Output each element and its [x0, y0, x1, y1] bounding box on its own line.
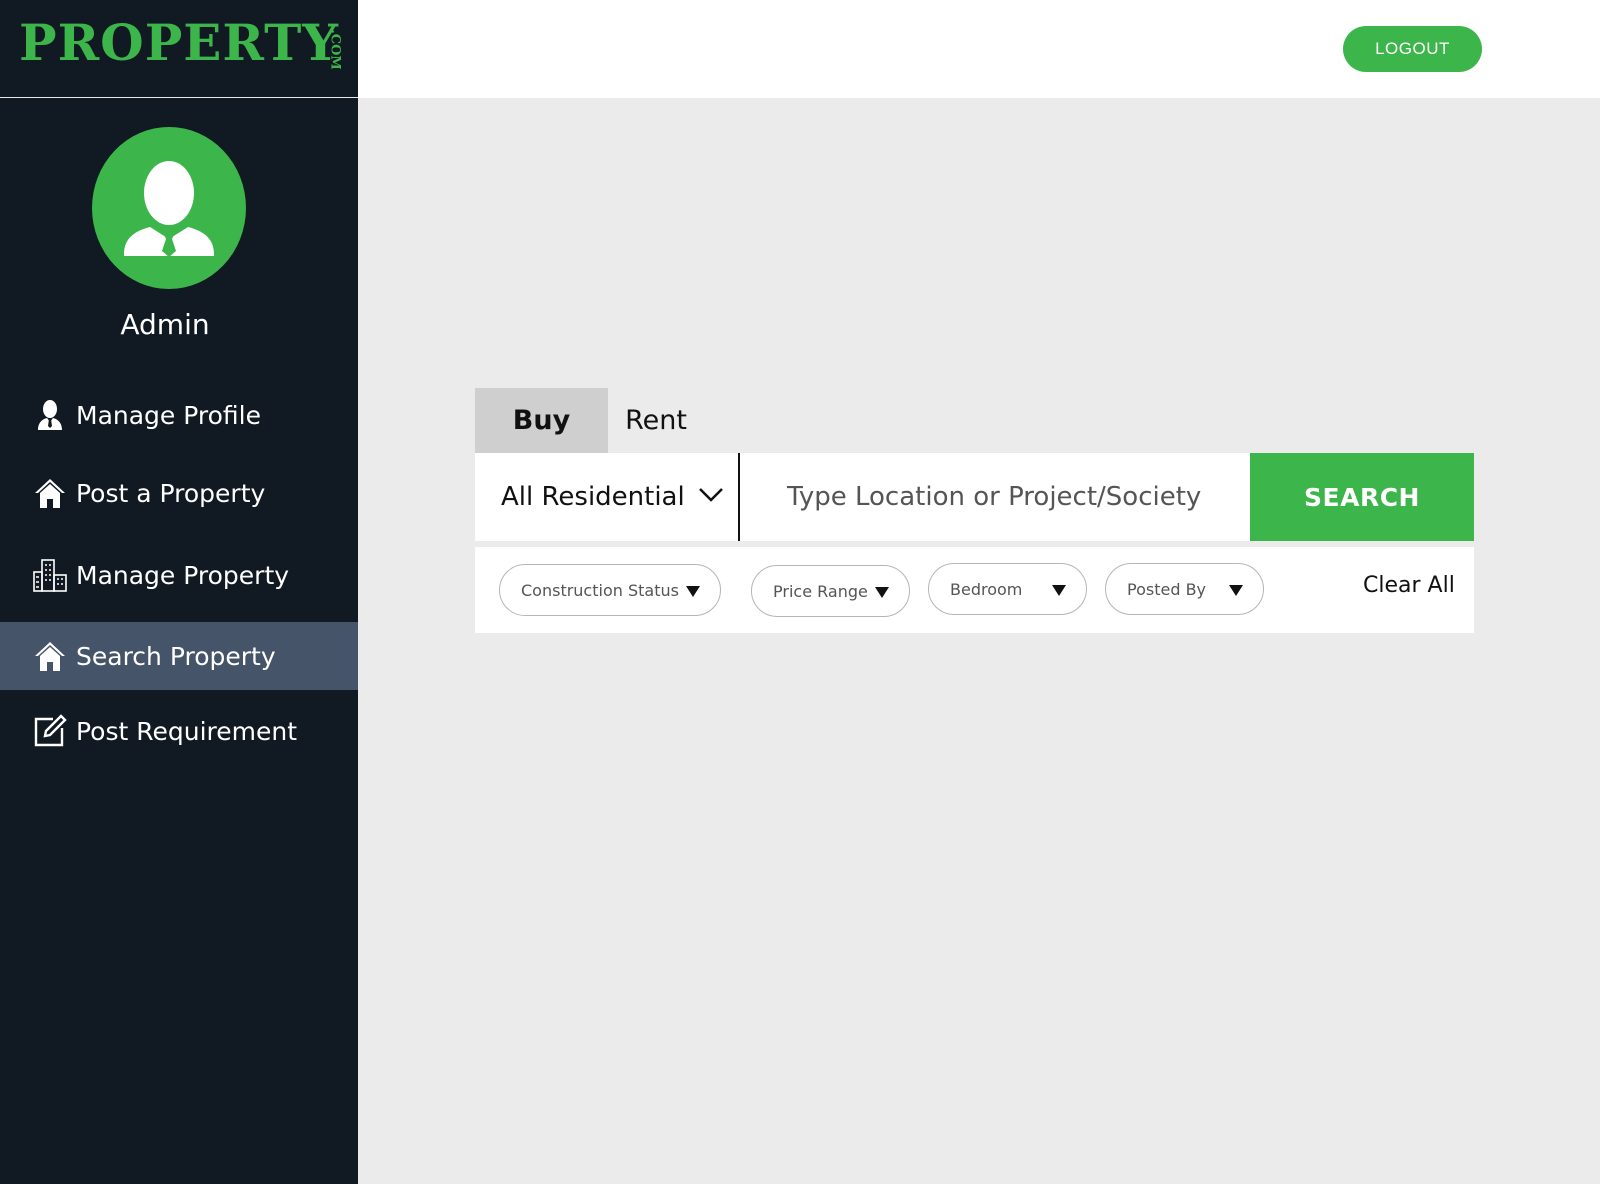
filter-label: Price Range — [773, 581, 868, 601]
sidebar: PROPERTY .COM Admin Manage Profile Post … — [0, 0, 358, 1184]
search-button[interactable]: SEARCH — [1250, 453, 1474, 541]
caret-down-icon — [875, 587, 889, 598]
filter-construction-status[interactable]: Construction Status — [499, 564, 721, 616]
filter-label: Construction Status — [521, 580, 679, 600]
category-value: All Residential — [501, 482, 685, 512]
caret-down-icon — [1229, 585, 1243, 596]
caret-down-icon — [686, 586, 700, 597]
filter-bar: Construction Status Price Range Bedroom … — [475, 547, 1474, 633]
sidebar-item-post-property[interactable]: Post a Property — [0, 459, 358, 527]
logo-text: PROPERTY — [19, 13, 339, 72]
user-avatar-icon — [124, 161, 214, 257]
tab-buy[interactable]: Buy — [475, 388, 608, 453]
logo-suffix: .COM — [327, 29, 343, 70]
sidebar-item-search-property[interactable]: Search Property — [0, 622, 358, 690]
home-icon — [32, 475, 68, 511]
location-search-input[interactable] — [742, 453, 1250, 541]
sidebar-item-label: Post Requirement — [76, 716, 298, 746]
logout-button[interactable]: LOGOUT — [1343, 26, 1482, 72]
user-icon — [32, 397, 68, 433]
search-bar: All Residential SEARCH — [475, 453, 1474, 541]
buildings-icon — [32, 557, 68, 593]
avatar — [92, 127, 246, 289]
home-icon — [32, 638, 68, 674]
sidebar-item-label: Post a Property — [76, 478, 266, 508]
sidebar-item-label: Manage Profile — [76, 400, 261, 430]
tab-rent[interactable]: Rent — [608, 388, 704, 453]
clear-all-link[interactable]: Clear All — [1363, 573, 1455, 598]
filter-label: Bedroom — [950, 579, 1023, 599]
sidebar-item-manage-property[interactable]: Manage Property — [0, 541, 358, 609]
filter-label: Posted By — [1127, 579, 1207, 599]
sidebar-item-label: Manage Property — [76, 560, 290, 590]
filter-bedroom[interactable]: Bedroom — [928, 563, 1087, 615]
caret-down-icon — [1052, 585, 1066, 596]
sidebar-item-label: Search Property — [76, 641, 276, 671]
chevron-down-icon — [699, 488, 723, 502]
sidebar-item-post-requirement[interactable]: Post Requirement — [0, 697, 358, 765]
user-name: Admin — [120, 308, 210, 341]
edit-icon — [32, 713, 68, 749]
logo[interactable]: PROPERTY .COM — [0, 0, 358, 98]
sidebar-item-manage-profile[interactable]: Manage Profile — [0, 381, 358, 449]
filter-posted-by[interactable]: Posted By — [1105, 563, 1264, 615]
category-select[interactable]: All Residential — [475, 453, 740, 541]
filter-price-range[interactable]: Price Range — [751, 565, 910, 617]
